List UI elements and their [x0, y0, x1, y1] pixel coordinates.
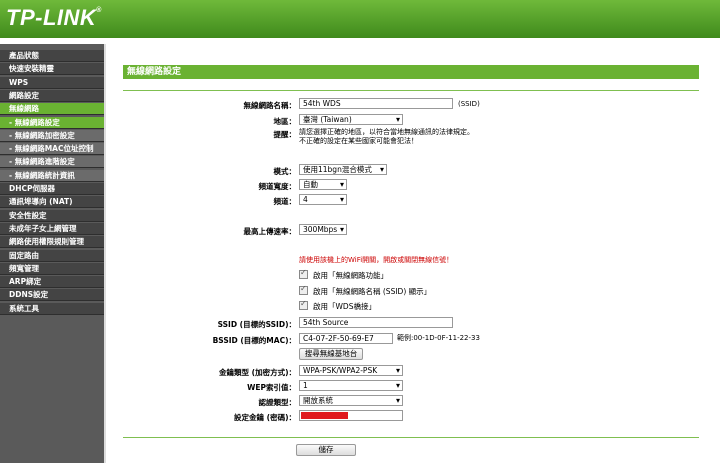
save-button[interactable]: 儲存	[296, 444, 356, 456]
main-content: 無線網路設定 無線網路名稱： 54th WDS (SSID) 地區： 臺灣 (T…	[106, 44, 720, 463]
max-rate-label: 最高上傳速率：	[243, 227, 297, 236]
sidebar-item[interactable]: 安全性設定	[0, 209, 104, 222]
wep-index-label: WEP索引值：	[247, 383, 296, 392]
tp-link-logo: TP-LINK®	[6, 5, 102, 30]
sidebar-item[interactable]: - 無線網路加密設定	[0, 129, 104, 142]
survey-button[interactable]: 搜尋無線基地台	[299, 348, 363, 360]
password-label: 設定金鑰 (密碼)：	[234, 413, 296, 422]
ssid-input[interactable]: 54th WDS	[299, 98, 453, 109]
sidebar-item[interactable]: 通訊埠導向 (NAT)	[0, 196, 104, 209]
bssid-input[interactable]: C4-07-2F-50-69-E7	[299, 333, 393, 344]
warning-line-1: 請您選擇正確的地區，以符合當地無線通訊的法律規定。	[299, 128, 474, 136]
sidebar-item[interactable]: - 無線網路統計資訊	[0, 169, 104, 182]
sidebar-item[interactable]: 快速安裝精靈	[0, 63, 104, 76]
sidebar-item[interactable]: - 無線網路設定	[0, 116, 104, 129]
sidebar-item[interactable]: 頻寬管理	[0, 262, 104, 275]
sidebar-item[interactable]: 網路設定	[0, 89, 104, 102]
redaction-bar	[301, 412, 348, 419]
wep-index-select[interactable]: 1	[299, 380, 403, 391]
checkbox-icon	[299, 299, 308, 310]
ssid-hint: (SSID)	[458, 100, 480, 108]
warning-label: 提醒：	[273, 130, 297, 139]
checkbox-icon	[299, 268, 308, 279]
wifi-switch-notice: 請使用該機上的WiFi開關，開啟或關閉無線信號！	[299, 256, 454, 264]
channel-select[interactable]: 4	[299, 194, 347, 205]
channel-label: 頻道：	[273, 197, 297, 206]
sidebar-item[interactable]: - 無線網路進階設定	[0, 156, 104, 169]
channel-width-label: 頻道寬度：	[258, 182, 297, 191]
wds-bridge-checkbox[interactable]: 啟用「WDS橋接」	[299, 299, 376, 312]
sidebar-item[interactable]: 固定路由	[0, 249, 104, 262]
sidebar-item[interactable]: 網路使用權限規則管理	[0, 236, 104, 249]
channel-width-select[interactable]: 自動	[299, 179, 347, 190]
sidebar-nav: 產品狀態 快速安裝精靈 WPS 網路設定 無線網路 - 無線網路設定 - 無線網路加密設定 -…	[0, 44, 106, 463]
sidebar-item[interactable]: DDNS設定	[0, 289, 104, 302]
sidebar-item[interactable]: 產品狀態	[0, 50, 104, 62]
region-select[interactable]: 臺灣 (Taiwan)	[299, 114, 403, 125]
header-bar: TP-LINK®	[0, 0, 720, 38]
sidebar-item[interactable]: DHCP伺服器	[0, 183, 104, 195]
ssid-label: 無線網路名稱：	[243, 101, 297, 110]
auth-type-select[interactable]: 開放系統	[299, 395, 403, 406]
bssid-label: BSSID (目標的MAC)：	[212, 336, 296, 345]
bridge-ssid-label: SSID (目標的SSID)：	[217, 320, 296, 329]
key-type-label: 金鑰類型 (加密方式)：	[219, 368, 296, 377]
sidebar-item[interactable]: - 無線網路MAC位址控制	[0, 143, 104, 156]
sidebar-item[interactable]: 未成年子女上網管理	[0, 222, 104, 235]
region-label: 地區：	[273, 117, 297, 126]
divider	[123, 90, 699, 91]
mode-select[interactable]: 使用11bgn混合模式	[299, 164, 387, 175]
broadcast-ssid-checkbox[interactable]: 啟用「無線網路名稱 (SSID) 顯示」	[299, 284, 431, 297]
divider	[123, 437, 699, 438]
bridge-ssid-input[interactable]: 54th Source	[299, 317, 453, 328]
auth-type-label: 認證類型：	[258, 398, 297, 407]
max-rate-select[interactable]: 300Mbps	[299, 224, 347, 235]
enable-wireless-checkbox[interactable]: 啟用「無線網路功能」	[299, 268, 388, 281]
bssid-example: 範例:00-1D-0F-11-22-33	[397, 334, 480, 342]
sidebar-item[interactable]: WPS	[0, 76, 104, 89]
checkbox-icon	[299, 284, 308, 295]
warning-line-2: 不正確的設定在某些國家可能會犯法！	[299, 137, 418, 145]
sidebar-item[interactable]: 系統工具	[0, 302, 104, 315]
sidebar-item[interactable]: ARP綁定	[0, 276, 104, 289]
sidebar-item[interactable]: 無線網路	[0, 103, 104, 116]
password-input[interactable]	[299, 410, 403, 421]
page-title: 無線網路設定	[123, 65, 699, 79]
key-type-select[interactable]: WPA-PSK/WPA2-PSK	[299, 365, 403, 376]
mode-label: 模式：	[273, 167, 297, 176]
